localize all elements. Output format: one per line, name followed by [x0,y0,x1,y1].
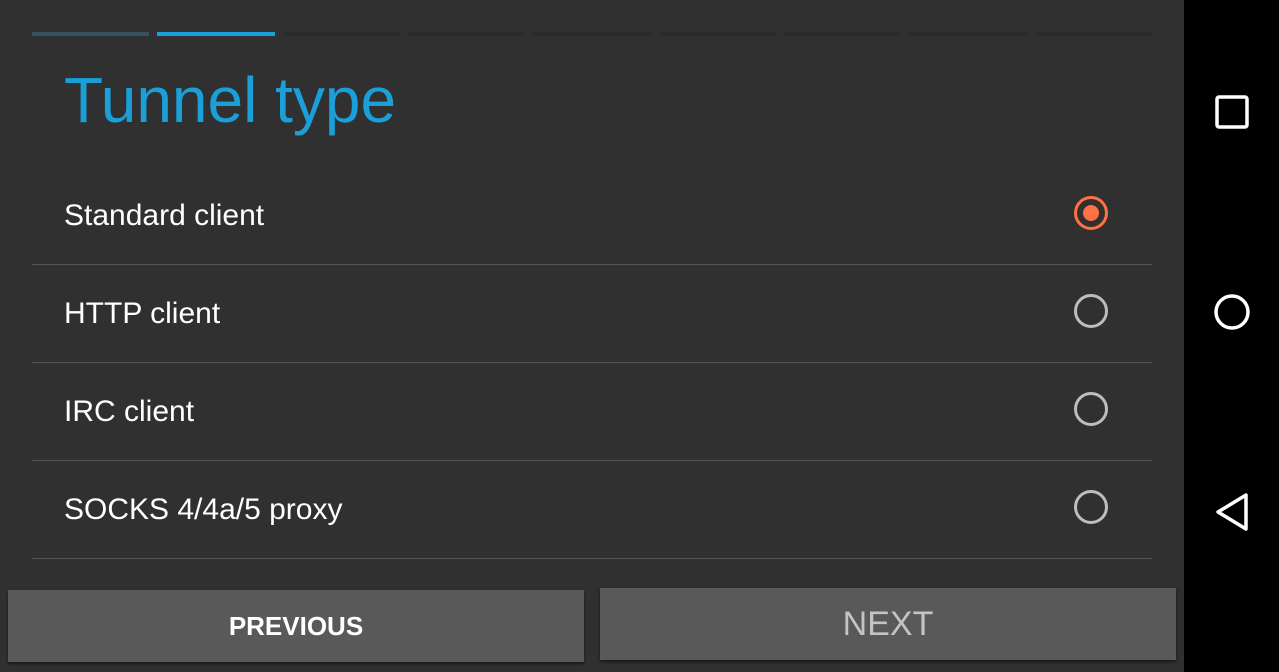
home-button[interactable] [1184,267,1279,357]
option-irc-client[interactable]: IRC client [32,363,1152,461]
option-label: IRC client [64,395,195,428]
recents-square-icon [1214,95,1249,129]
back-button[interactable] [1184,467,1279,557]
progress-segment [407,32,526,36]
wizard-screen: Tunnel type Standard client HTTP client … [0,0,1184,672]
progress-segment [658,32,776,36]
progress-segment [909,32,1027,36]
option-http-client[interactable]: HTTP client [32,265,1152,363]
progress-segment-current [157,32,275,36]
progress-segment [783,32,902,36]
home-circle-icon [1213,294,1250,330]
radio-button[interactable] [1074,392,1108,426]
progress-segment [32,32,150,36]
radio-button-checked[interactable] [1074,196,1108,230]
page-title: Tunnel type [64,64,397,136]
tunnel-type-radio-group: Standard client HTTP client IRC client S… [32,167,1152,559]
radio-button[interactable] [1074,294,1108,328]
system-navigation-bar [1184,0,1279,672]
recents-button[interactable] [1184,67,1279,157]
back-triangle-icon [1215,493,1248,531]
option-socks-proxy[interactable]: SOCKS 4/4a/5 proxy [32,461,1152,559]
progress-segment [282,32,400,36]
option-label: SOCKS 4/4a/5 proxy [64,493,343,526]
option-standard-client[interactable]: Standard client [32,167,1152,265]
radio-button[interactable] [1074,490,1108,524]
progress-segment [533,32,651,36]
option-label: Standard client [64,199,265,232]
step-progress-bar [32,32,1152,38]
progress-segment [1034,32,1152,36]
next-button[interactable]: NEXT [600,588,1176,660]
previous-button[interactable]: PREVIOUS [8,590,584,662]
option-label: HTTP client [64,297,221,330]
